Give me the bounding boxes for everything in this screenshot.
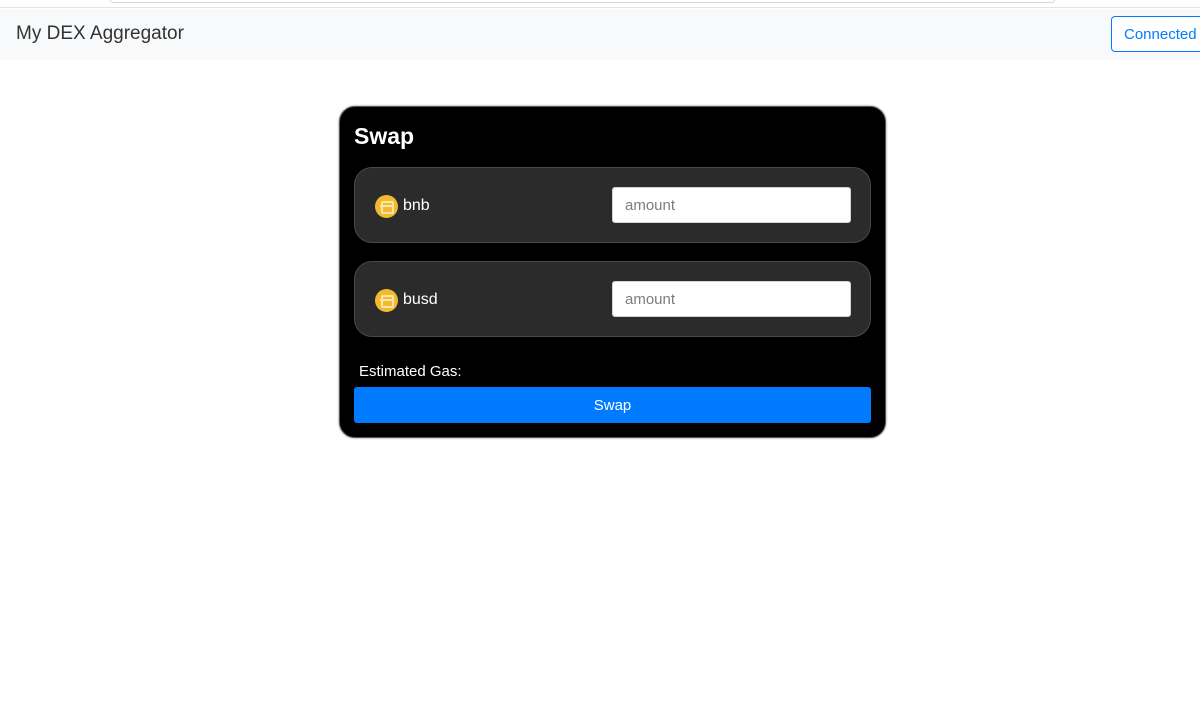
- busd-coin-icon: [375, 288, 398, 312]
- swap-title: Swap: [354, 123, 415, 149]
- to-token-row: busd: [354, 261, 871, 337]
- estimated-gas-label: Estimated Gas:: [359, 363, 462, 380]
- swap-card: Swap bnb busd Estimated Gas: Swap: [339, 106, 886, 438]
- bnb-coin-icon: [375, 194, 398, 218]
- to-amount-input[interactable]: [612, 281, 851, 317]
- swap-button[interactable]: Swap: [354, 387, 871, 423]
- from-token-label: bnb: [403, 197, 430, 214]
- from-token-row: bnb: [354, 167, 871, 243]
- connect-wallet-button[interactable]: Connected: [1111, 16, 1200, 52]
- to-token-select[interactable]: busd: [375, 288, 438, 312]
- address-bar-edge: [110, 0, 1055, 3]
- from-amount-input[interactable]: [612, 187, 851, 223]
- navbar-brand[interactable]: My DEX Aggregator: [16, 23, 184, 45]
- from-token-select[interactable]: bnb: [375, 194, 430, 218]
- to-token-label: busd: [403, 291, 438, 308]
- browser-top-strip: [0, 0, 1200, 8]
- navbar: My DEX Aggregator Connected: [0, 9, 1200, 60]
